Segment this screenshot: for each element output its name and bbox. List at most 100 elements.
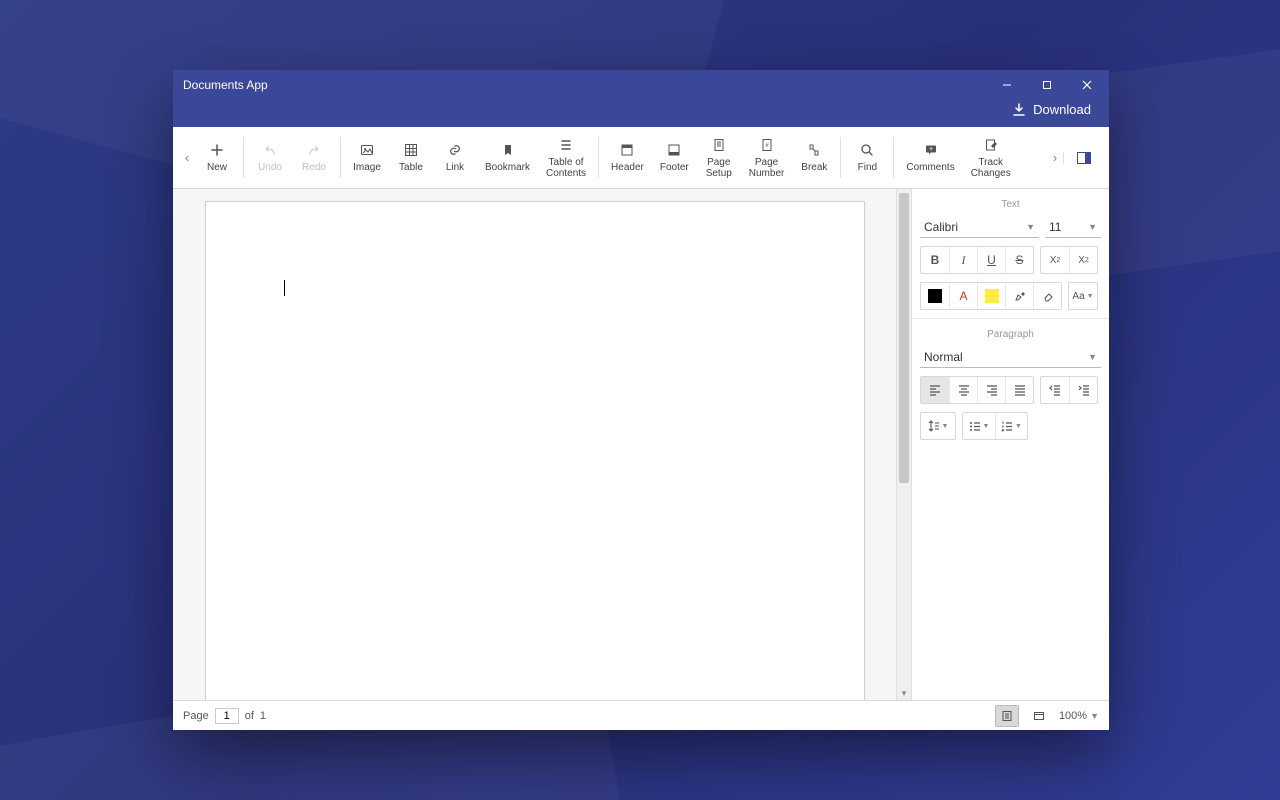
link-label: Link xyxy=(446,162,464,173)
app-window: Documents App Download xyxy=(173,70,1109,730)
total-pages: 1 xyxy=(260,710,266,722)
print-layout-view-button[interactable] xyxy=(995,705,1019,727)
font-color-button[interactable] xyxy=(921,283,949,309)
font-name-value: Calibri xyxy=(924,220,958,234)
highlight-button[interactable] xyxy=(977,283,1005,309)
align-justify-icon xyxy=(1014,384,1026,396)
indent-decrease-icon xyxy=(1049,384,1061,396)
zoom-value: 100% xyxy=(1059,710,1087,722)
redo-button[interactable]: Redo xyxy=(292,127,336,188)
redo-label: Redo xyxy=(302,162,326,173)
chevron-right-icon: › xyxy=(1053,150,1057,165)
minimize-button[interactable] xyxy=(987,74,1027,96)
underline-button[interactable]: U xyxy=(977,247,1005,273)
close-button[interactable] xyxy=(1067,74,1107,96)
line-spacing-icon xyxy=(928,420,940,432)
page-number-button[interactable]: # Page Number xyxy=(741,127,793,188)
vertical-scrollbar[interactable]: ▾ xyxy=(897,189,911,700)
toc-label: Table of Contents xyxy=(546,157,586,179)
comments-label: Comments xyxy=(906,162,954,173)
find-button[interactable]: Find xyxy=(845,127,889,188)
undo-button[interactable]: Undo xyxy=(248,127,292,188)
ribbon-scroll-right[interactable]: › xyxy=(1047,127,1063,188)
align-justify-button[interactable] xyxy=(1005,377,1033,403)
comments-icon: + xyxy=(923,142,939,158)
redo-icon xyxy=(306,142,322,158)
break-button[interactable]: Break xyxy=(792,127,836,188)
indent-increase-button[interactable] xyxy=(1069,377,1097,403)
panel-toggle-button[interactable] xyxy=(1063,152,1103,164)
highlight-picker[interactable] xyxy=(1005,283,1033,309)
page-setup-label: Page Setup xyxy=(706,157,732,179)
chevron-down-icon: ▼ xyxy=(1026,222,1035,232)
clear-formatting-button[interactable] xyxy=(1033,283,1061,309)
align-left-button[interactable] xyxy=(921,377,949,403)
bullet-list-icon xyxy=(969,420,981,432)
eraser-icon xyxy=(1042,290,1054,302)
page-view-icon xyxy=(1001,710,1013,722)
footer-button[interactable]: Footer xyxy=(652,127,697,188)
italic-button[interactable]: I xyxy=(949,247,977,273)
indent-decrease-button[interactable] xyxy=(1041,377,1069,403)
image-icon xyxy=(359,142,375,158)
toc-icon xyxy=(558,137,574,153)
align-right-button[interactable] xyxy=(977,377,1005,403)
page-setup-icon xyxy=(711,137,727,153)
bold-button[interactable]: B xyxy=(921,247,949,273)
undo-icon xyxy=(262,142,278,158)
bookmark-icon xyxy=(500,142,516,158)
break-label: Break xyxy=(801,162,827,173)
zoom-dropdown[interactable]: 100% ▼ xyxy=(1059,710,1099,722)
paragraph-style-value: Normal xyxy=(924,350,963,364)
font-size-dropdown[interactable]: 11 ▼ xyxy=(1045,218,1101,238)
web-layout-view-button[interactable] xyxy=(1027,705,1051,727)
font-name-dropdown[interactable]: Calibri ▼ xyxy=(920,218,1039,238)
scroll-down-arrow[interactable]: ▾ xyxy=(897,686,911,700)
maximize-button[interactable] xyxy=(1027,74,1067,96)
document-viewport[interactable] xyxy=(173,189,897,700)
ribbon-scroll-left[interactable]: ‹ xyxy=(179,127,195,188)
text-cursor xyxy=(284,280,285,296)
new-label: New xyxy=(207,162,227,173)
change-case-button[interactable]: Aa▼ xyxy=(1069,283,1097,309)
format-sidepanel: Text Calibri ▼ 11 ▼ B I U S xyxy=(911,189,1109,700)
link-button[interactable]: Link xyxy=(433,127,477,188)
paragraph-section-title: Paragraph xyxy=(920,327,1101,348)
track-changes-button[interactable]: Track Changes xyxy=(963,127,1019,188)
download-button[interactable]: Download xyxy=(1008,100,1095,119)
change-case-label: Aa xyxy=(1072,291,1084,302)
download-label: Download xyxy=(1033,102,1091,117)
bullet-list-button[interactable]: ▼ xyxy=(963,413,995,439)
page-label: Page xyxy=(183,710,209,722)
image-button[interactable]: Image xyxy=(345,127,389,188)
superscript-button[interactable]: X2 xyxy=(1041,247,1069,273)
strikethrough-button[interactable]: S xyxy=(1005,247,1033,273)
web-view-icon xyxy=(1033,710,1045,722)
current-page-input[interactable] xyxy=(215,708,239,724)
line-spacing-button[interactable]: ▼ xyxy=(921,413,955,439)
subscript-button[interactable]: X2 xyxy=(1069,247,1097,273)
page-setup-button[interactable]: Page Setup xyxy=(697,127,741,188)
paragraph-style-dropdown[interactable]: Normal ▼ xyxy=(920,348,1101,368)
document-page[interactable] xyxy=(205,201,865,700)
text-section-title: Text xyxy=(920,197,1101,218)
new-button[interactable]: New xyxy=(195,127,239,188)
comments-button[interactable]: + Comments xyxy=(898,127,962,188)
scroll-thumb[interactable] xyxy=(899,193,909,483)
table-button[interactable]: Table xyxy=(389,127,433,188)
table-label: Table xyxy=(399,162,423,173)
font-color-picker[interactable]: A xyxy=(949,283,977,309)
svg-text:#: # xyxy=(765,143,769,149)
break-icon xyxy=(806,142,822,158)
toc-button[interactable]: Table of Contents xyxy=(538,127,594,188)
page-number-icon: # xyxy=(759,137,775,153)
bookmark-button[interactable]: Bookmark xyxy=(477,127,538,188)
table-icon xyxy=(403,142,419,158)
track-changes-label: Track Changes xyxy=(971,157,1011,179)
footer-label: Footer xyxy=(660,162,689,173)
header-button[interactable]: Header xyxy=(603,127,652,188)
download-icon xyxy=(1012,103,1026,117)
align-center-button[interactable] xyxy=(949,377,977,403)
link-icon xyxy=(447,142,463,158)
numbered-list-button[interactable]: ▼ xyxy=(995,413,1027,439)
